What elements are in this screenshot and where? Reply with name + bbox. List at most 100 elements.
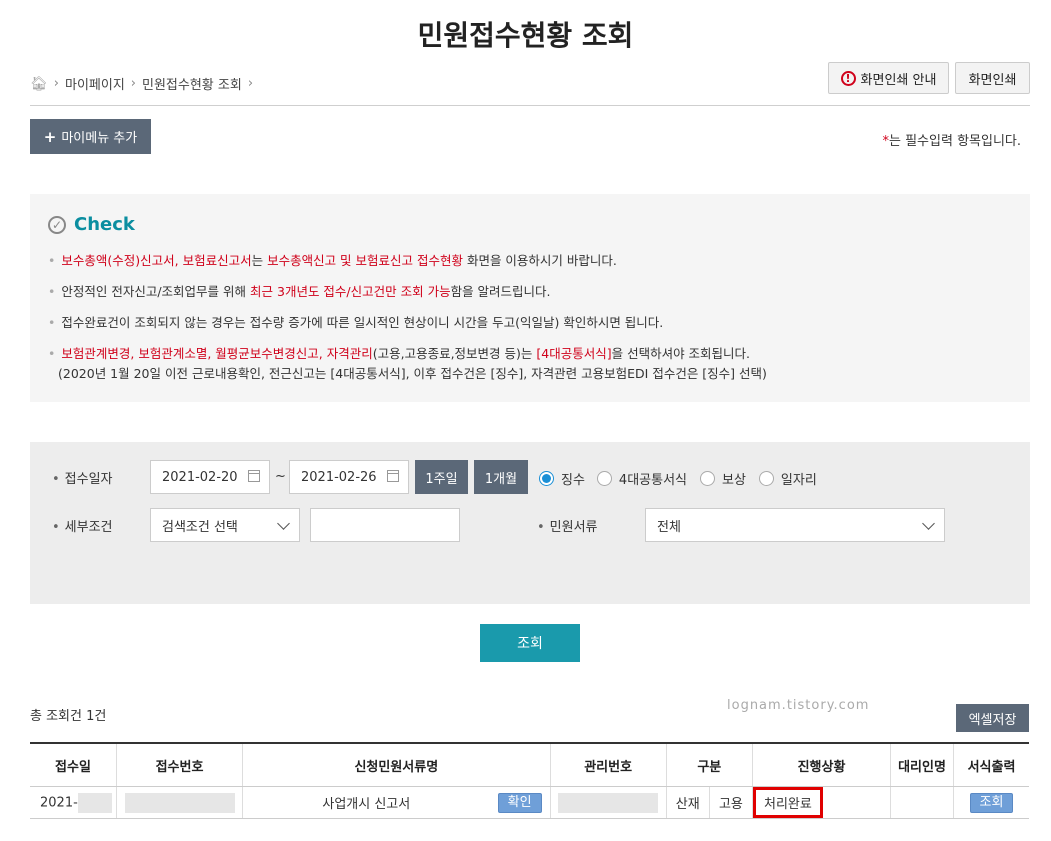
breadcrumb-separator-icon: › — [130, 76, 136, 91]
col-header-receipt-no: 접수번호 — [116, 742, 243, 787]
date-range-separator: ~ — [275, 469, 286, 484]
check-item-sub: (2020년 1월 20일 이전 근로내용확인, 전근신고는 [4대공통서식],… — [58, 363, 767, 382]
radio-jingsu[interactable]: 징수 — [539, 469, 585, 488]
date-to-input[interactable]: 2021-02-26 — [289, 460, 409, 494]
col-header-print: 서식출력 — [953, 742, 1029, 787]
divider — [30, 105, 1030, 106]
check-title: Check — [74, 214, 135, 235]
alert-icon: ! — [840, 70, 856, 86]
check-text-red: [4대공통서식] — [536, 346, 612, 361]
chevron-down-icon — [277, 517, 290, 530]
bullet-icon: • — [48, 284, 56, 299]
add-mymenu-label: 마이메뉴 추가 — [61, 131, 138, 146]
check-item: • 접수완료건이 조회되지 않는 경우는 접수량 증가에 따른 일시적인 현상이니… — [48, 312, 663, 331]
cell-manage-no — [550, 786, 667, 819]
radio-icon — [758, 471, 774, 486]
required-note: *는 필수입력 항목입니다. — [883, 130, 1022, 149]
check-item: • 안정적인 전자신고/조회업무를 위해 최근 3개년도 접수/신고건만 조회 가… — [48, 281, 551, 300]
breadcrumb-item-current[interactable]: 민원접수현황 조회 — [142, 74, 242, 93]
total-count: 총 조회건 1건 — [30, 709, 107, 724]
required-text: 는 필수입력 항목입니다. — [889, 134, 1021, 149]
col-header-agent: 대리인명 — [890, 742, 954, 787]
col-header-type: 구분 — [666, 742, 754, 787]
masked-value — [77, 792, 112, 813]
status-highlight: 처리완료 — [753, 787, 823, 818]
masked-value — [558, 792, 659, 813]
radio-label: 보상 — [722, 473, 746, 488]
radio-label: 4대공통서식 — [618, 473, 687, 488]
date-to-value: 2021-02-26 — [301, 469, 377, 485]
bullet-icon: • — [48, 315, 56, 330]
check-text: 는 — [251, 253, 268, 268]
check-text: 을 선택하셔야 조회됩니다. — [611, 346, 751, 361]
cell-print: 조회 — [953, 786, 1029, 819]
doc-label-text: 민원서류 — [549, 520, 598, 535]
check-text-red: 최근 3개년도 접수/신고건만 조회 가능 — [250, 284, 451, 299]
confirm-button[interactable]: 확인 — [497, 792, 542, 813]
detail-condition-select[interactable]: 검색조건 선택 — [150, 508, 300, 542]
chevron-down-icon — [922, 517, 935, 530]
radio-icon — [596, 471, 612, 486]
radio-4major[interactable]: 4대공통서식 — [596, 469, 687, 488]
bullet-icon: • — [52, 520, 60, 535]
calendar-icon[interactable] — [387, 470, 399, 482]
check-text: (고용,고용종료,정보변경 등)는 — [372, 346, 537, 361]
print-label: 화면인쇄 — [968, 72, 1017, 88]
radio-label: 징수 — [561, 473, 585, 488]
date-from-value: 2021-02-20 — [162, 469, 238, 485]
cell-type-goyong: 고용 — [709, 786, 754, 819]
watermark: lognam.tistory.com — [727, 698, 870, 713]
one-week-button[interactable]: 1주일 — [415, 460, 468, 494]
date-from-input[interactable]: 2021-02-20 — [150, 460, 270, 494]
checkmark-icon: ✓ — [48, 215, 66, 234]
bullet-icon: • — [52, 472, 60, 487]
print-button[interactable]: 화면인쇄 — [955, 62, 1030, 94]
detail-label-text: 세부조건 — [64, 520, 113, 535]
cell-type-sanjae: 산재 — [666, 786, 710, 819]
cell-receipt-no — [116, 786, 243, 819]
add-mymenu-button[interactable]: + 마이메뉴 추가 — [30, 119, 151, 154]
check-text: (2020년 1월 20일 이전 근로내용확인, 전근신고는 [4대공통서식],… — [58, 366, 767, 381]
cell-status: 처리완료 — [752, 786, 891, 819]
check-heading: ✓ Check — [48, 214, 135, 235]
cell-date: 2021- — [30, 786, 117, 819]
view-form-button[interactable]: 조회 — [969, 792, 1014, 813]
radio-compensation[interactable]: 보상 — [700, 469, 746, 488]
col-header-doc-name: 신청민원서류명 — [242, 742, 551, 787]
check-text-red: 보수총액(수정)신고서, 보험료신고서 — [61, 253, 252, 268]
check-text: 접수완료건이 조회되지 않는 경우는 접수량 증가에 따른 일시적인 현상이니 … — [61, 315, 664, 330]
doc-select-value: 전체 — [657, 519, 681, 535]
home-icon[interactable]: 🏠︎ — [30, 76, 48, 92]
table-row: 2021- 사업개시 신고서 확인 산재 고용 처리완료 조회 — [30, 786, 1029, 819]
date-label: • 접수일자 — [52, 468, 113, 487]
results-table: 접수일 접수번호 신청민원서류명 관리번호 구분 진행상황 대리인명 서식출력 … — [30, 742, 1029, 819]
col-header-status: 진행상황 — [752, 742, 891, 787]
check-notice-box: ✓ Check • 보수총액(수정)신고서, 보험료신고서는 보수총액신고 및 보… — [30, 194, 1030, 402]
date-label-text: 접수일자 — [64, 472, 113, 487]
radio-selected-icon — [539, 471, 554, 486]
one-month-button[interactable]: 1개월 — [474, 460, 528, 494]
cell-doc-name: 사업개시 신고서 — [242, 786, 490, 819]
radio-jobs[interactable]: 일자리 — [758, 469, 817, 488]
bullet-icon: • — [48, 253, 56, 268]
print-guide-button[interactable]: ! 화면인쇄 안내 — [828, 62, 949, 94]
breadcrumb: 🏠︎ › 마이페이지 › 민원접수현황 조회 › — [30, 74, 255, 94]
bullet-icon: • — [48, 346, 56, 361]
doc-type-select[interactable]: 전체 — [645, 508, 945, 542]
calendar-icon[interactable] — [248, 470, 260, 482]
cell-confirm: 확인 — [489, 786, 551, 819]
plus-icon: + — [43, 127, 57, 146]
search-button[interactable]: 조회 — [480, 624, 580, 662]
check-text-red: 보수총액신고 및 보험료신고 접수현황 — [267, 253, 463, 268]
check-item: • 보수총액(수정)신고서, 보험료신고서는 보수총액신고 및 보험료신고 접수현… — [48, 250, 617, 269]
radio-icon — [700, 471, 715, 486]
excel-save-button[interactable]: 엑셀저장 — [956, 704, 1029, 732]
check-text: 화면을 이용하시기 바랍니다. — [462, 253, 617, 268]
detail-keyword-input[interactable] — [310, 508, 460, 542]
check-text: 안정적인 전자신고/조회업무를 위해 — [61, 284, 251, 299]
category-radio-group: 징수 4대공통서식 보상 일자리 — [539, 469, 817, 488]
breadcrumb-separator-icon: › — [247, 76, 254, 91]
breadcrumb-item-mypage[interactable]: 마이페이지 — [65, 74, 125, 93]
col-header-manage-no: 관리번호 — [550, 742, 667, 787]
detail-select-value: 검색조건 선택 — [162, 519, 238, 535]
